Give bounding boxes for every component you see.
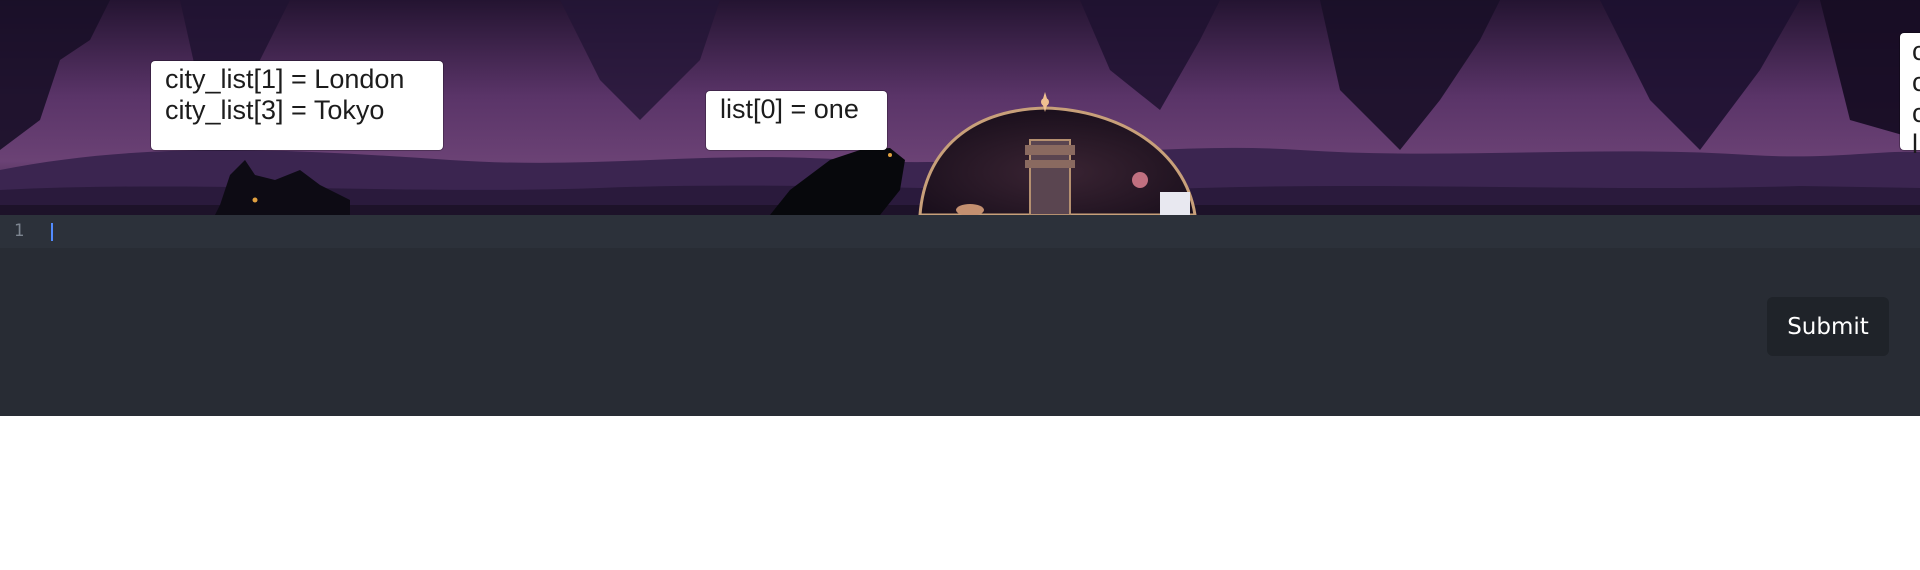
- page-background: [0, 416, 1920, 570]
- game-page: city_list[1] = London city_list[3] = Tok…: [0, 0, 1920, 570]
- speech-line: city_list[3] = Tokyo: [165, 95, 385, 125]
- submit-button[interactable]: Submit: [1767, 297, 1889, 356]
- speech-line: city_list[1] = London: [165, 64, 405, 94]
- speech-bubble-city-list: city_list[1] = London city_list[3] = Tok…: [151, 61, 443, 150]
- speech-line: l: [1912, 129, 1918, 159]
- speech-line: c: [1912, 98, 1920, 128]
- speech-bubble-partial: c c c l: [1900, 33, 1920, 159]
- line-number: 1: [13, 221, 25, 241]
- code-input[interactable]: [50, 215, 1870, 248]
- speech-line: c: [1912, 36, 1920, 66]
- active-line: 1: [0, 215, 1920, 248]
- code-editor[interactable]: 1: [0, 215, 1920, 416]
- speech-line: c: [1912, 67, 1920, 97]
- game-scene: city_list[1] = London city_list[3] = Tok…: [0, 0, 1920, 215]
- speech-line: list[0] = one: [720, 94, 859, 124]
- speech-bubble-list: list[0] = one: [706, 91, 887, 150]
- text-cursor: [51, 223, 53, 241]
